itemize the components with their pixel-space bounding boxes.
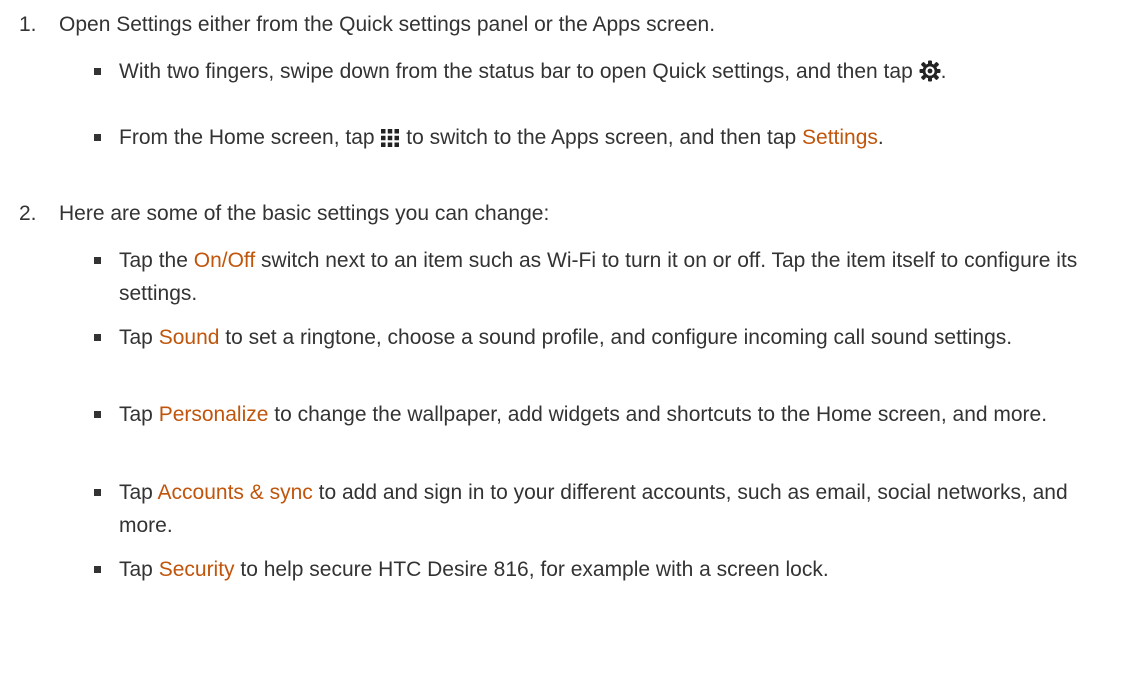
- step-text: Open Settings either from the Quick sett…: [59, 13, 716, 36]
- apps-grid-icon: [380, 125, 400, 158]
- bullet-marker: [94, 68, 101, 75]
- bullet-marker: [94, 134, 101, 141]
- list-item-text: From the Home screen, tap to switch to t…: [119, 121, 1119, 158]
- gear-icon: [919, 59, 941, 92]
- list-item-text: Tap Security to help secure HTC Desire 8…: [119, 558, 829, 581]
- on-off-label: On/Off: [193, 249, 256, 272]
- list-item-text: Tap Personalize to change the wallpaper,…: [119, 403, 1048, 426]
- bullet-marker: [94, 566, 101, 573]
- sound-label: Sound: [158, 326, 220, 349]
- security-label: Security: [158, 558, 235, 581]
- bullet-marker: [94, 334, 101, 341]
- list-item-text: With two fingers, swipe down from the st…: [119, 55, 1119, 92]
- step-text: Here are some of the basic settings you …: [59, 202, 550, 225]
- bullet-marker: [94, 257, 101, 264]
- personalize-label: Personalize: [158, 403, 269, 426]
- bullet-marker: [94, 489, 101, 496]
- settings-link: Settings: [802, 126, 878, 149]
- bullet-marker: [94, 411, 101, 418]
- step-number: 2.: [19, 202, 37, 225]
- list-item-text: Tap the On/Off switch next to an item su…: [119, 249, 1078, 305]
- step-number: 1.: [19, 13, 37, 36]
- accounts-sync-label: Accounts & sync: [157, 481, 313, 504]
- list-item-text: Tap Accounts & sync to add and sign in t…: [119, 481, 1068, 537]
- list-item-text: Tap Sound to set a ringtone, choose a so…: [119, 326, 1013, 349]
- instructions-page: 1. Open Settings either from the Quick s…: [0, 0, 1126, 677]
